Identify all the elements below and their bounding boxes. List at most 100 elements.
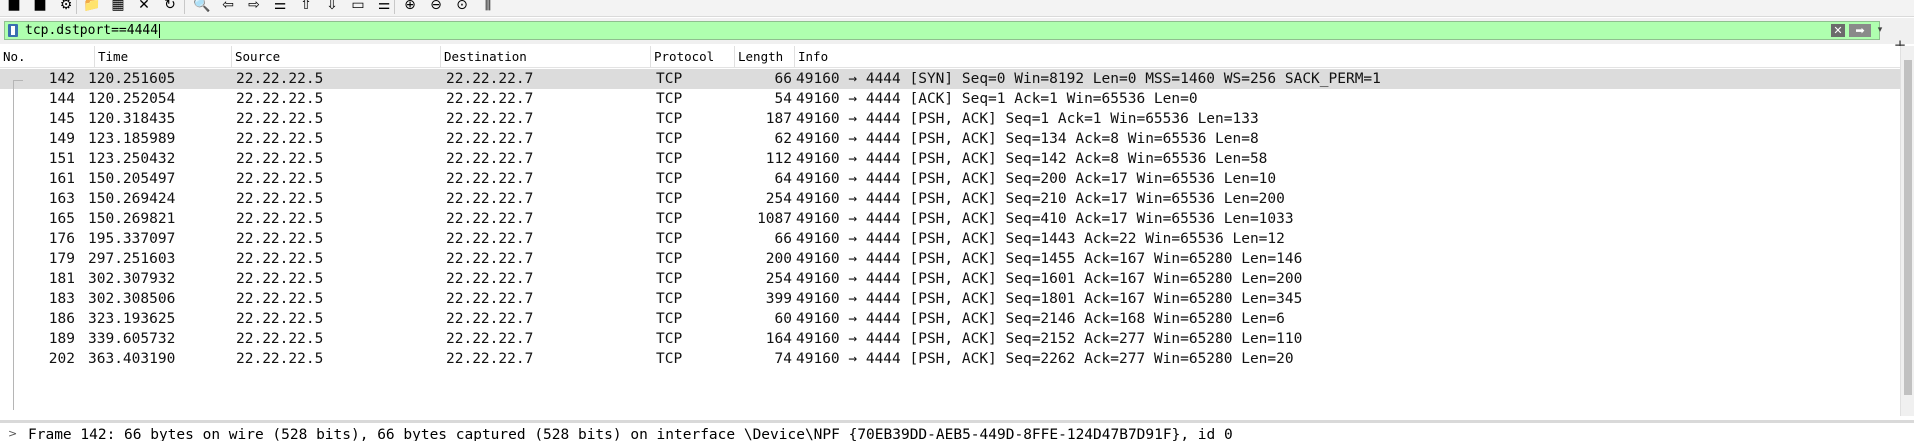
packet-row[interactable]: 202 363.403190 22.22.22.5 22.22.22.7 TCP 74 49… [0, 349, 1900, 369]
display-filter-input[interactable] [25, 22, 1825, 39]
packet-protocol: TCP [656, 251, 683, 267]
toolbar-separator [394, 0, 395, 14]
packet-protocol: TCP [656, 151, 683, 167]
resize-columns-icon[interactable]: ⫼ [480, 0, 496, 13]
close-file-icon[interactable]: ✕ [136, 0, 152, 13]
packet-row[interactable]: 144 120.252054 22.22.22.5 22.22.22.7 TCP 54 49… [0, 89, 1900, 109]
packet-length: 66 [774, 231, 792, 247]
packet-number: 142 [48, 71, 75, 87]
stop-capture-icon[interactable]: ■ [6, 0, 22, 13]
packet-destination: 22.22.22.7 [446, 251, 534, 267]
normal-size-icon[interactable]: ⊙ [454, 0, 470, 13]
expand-arrow-icon[interactable]: > [8, 427, 17, 440]
packet-length: 200 [765, 251, 792, 267]
display-filter-box[interactable]: ✕ ➡ ▾ [4, 21, 1882, 40]
column-header-time[interactable]: Time [95, 46, 232, 67]
packet-source: 22.22.22.5 [236, 211, 324, 227]
packet-destination: 22.22.22.7 [446, 331, 534, 347]
packet-length: 254 [765, 271, 792, 287]
packet-protocol: TCP [656, 71, 683, 87]
packet-source: 22.22.22.5 [236, 291, 324, 307]
packet-list-scrollbar[interactable] [1900, 46, 1914, 416]
packet-row[interactable]: 186 323.193625 22.22.22.5 22.22.22.7 TCP 60 49… [0, 309, 1900, 329]
packet-row[interactable]: 183 302.308506 22.22.22.5 22.22.22.7 TCP 399 4… [0, 289, 1900, 309]
autoscroll-icon[interactable]: ▭ [350, 0, 366, 13]
column-header-destination[interactable]: Destination [441, 46, 651, 67]
packet-number: 145 [48, 111, 75, 127]
packet-number: 189 [48, 331, 75, 347]
packet-info: 49160 → 4444 [PSH, ACK] Seq=1601 Ack=167… [796, 271, 1303, 287]
packet-protocol: TCP [656, 311, 683, 327]
colorize-icon[interactable]: ☰ [376, 0, 392, 13]
save-file-icon[interactable]: ▦ [110, 0, 126, 13]
clear-filter-icon[interactable]: ✕ [1831, 24, 1845, 37]
packet-source: 22.22.22.5 [236, 191, 324, 207]
packet-source: 22.22.22.5 [236, 271, 324, 287]
packet-destination: 22.22.22.7 [446, 131, 534, 147]
zoom-out-icon[interactable]: ⊖ [428, 0, 444, 13]
frame-summary-line[interactable]: Frame 142: 66 bytes on wire (528 bits), … [28, 426, 1233, 441]
packet-number: 176 [48, 231, 75, 247]
packet-time: 123.185989 [88, 131, 176, 147]
packet-destination: 22.22.22.7 [446, 311, 534, 327]
packet-length: 74 [774, 351, 792, 367]
column-header-protocol[interactable]: Protocol [651, 46, 735, 67]
apply-filter-icon[interactable]: ➡ [1849, 24, 1871, 37]
packet-protocol: TCP [656, 231, 683, 247]
packet-length: 112 [765, 151, 792, 167]
packet-time: 123.250432 [88, 151, 176, 167]
packet-row[interactable]: 161 150.205497 22.22.22.5 22.22.22.7 TCP 64 49… [0, 169, 1900, 189]
go-to-packet-icon[interactable]: ☰ [272, 0, 288, 13]
packet-row[interactable]: 149 123.185989 22.22.22.5 22.22.22.7 TCP 62 49… [0, 129, 1900, 149]
restart-capture-icon[interactable]: ■ [32, 0, 48, 13]
column-header-no[interactable]: No. [0, 46, 95, 67]
find-icon[interactable]: 🔍 [193, 0, 210, 13]
packet-source: 22.22.22.5 [236, 91, 324, 107]
packet-time: 120.251605 [88, 71, 176, 87]
zoom-in-icon[interactable]: ⊕ [402, 0, 418, 13]
packet-protocol: TCP [656, 271, 683, 287]
packet-protocol: TCP [656, 211, 683, 227]
packet-time: 297.251603 [88, 251, 176, 267]
conversation-tree-line [13, 80, 14, 410]
filter-bookmark-icon[interactable] [8, 24, 18, 37]
packet-number: 163 [48, 191, 75, 207]
packet-info: 49160 → 4444 [PSH, ACK] Seq=210 Ack=17 W… [796, 191, 1285, 207]
forward-icon[interactable]: ⇨ [246, 0, 262, 13]
open-file-icon[interactable]: 📁 [83, 0, 100, 13]
packet-destination: 22.22.22.7 [446, 271, 534, 287]
packet-row[interactable]: 189 339.605732 22.22.22.5 22.22.22.7 TCP 164 4… [0, 329, 1900, 349]
packet-list[interactable]: 142 120.251605 22.22.22.5 22.22.22.7 TCP 66 49… [0, 68, 1900, 415]
reload-icon[interactable]: ↻ [162, 0, 178, 13]
packet-row[interactable]: 145 120.318435 22.22.22.5 22.22.22.7 TCP 187 4… [0, 109, 1900, 129]
toolbar-separator [184, 0, 185, 14]
packet-source: 22.22.22.5 [236, 351, 324, 367]
packet-length: 164 [765, 331, 792, 347]
packet-row[interactable]: 165 150.269821 22.22.22.5 22.22.22.7 TCP 1087… [0, 209, 1900, 229]
packet-row[interactable]: 181 302.307932 22.22.22.5 22.22.22.7 TCP 254 4… [0, 269, 1900, 289]
packet-row[interactable]: 151 123.250432 22.22.22.5 22.22.22.7 TCP 112 4… [0, 149, 1900, 169]
main-toolbar: ■ ■ ⚙ 📁 ▦ ✕ ↻ 🔍 ⇦ ⇨ ☰ ⇧ ⇩ ▭ ☰ ⊕ ⊖ ⊙ ⫼ [0, 0, 1914, 17]
packet-time: 120.252054 [88, 91, 176, 107]
packet-time: 302.307932 [88, 271, 176, 287]
column-header-length[interactable]: Length [735, 46, 795, 67]
packet-destination: 22.22.22.7 [446, 111, 534, 127]
first-packet-icon[interactable]: ⇧ [298, 0, 314, 13]
packet-row[interactable]: 163 150.269424 22.22.22.5 22.22.22.7 TCP 254 4… [0, 189, 1900, 209]
packet-number: 144 [48, 91, 75, 107]
packet-row[interactable]: 142 120.251605 22.22.22.5 22.22.22.7 TCP 66 49… [0, 69, 1900, 89]
packet-row[interactable]: 176 195.337097 22.22.22.5 22.22.22.7 TCP 66 49… [0, 229, 1900, 249]
column-header-source[interactable]: Source [232, 46, 441, 67]
options-icon[interactable]: ⚙ [58, 0, 74, 13]
packet-info: 49160 → 4444 [PSH, ACK] Seq=1455 Ack=167… [796, 251, 1303, 267]
packet-row[interactable]: 179 297.251603 22.22.22.5 22.22.22.7 TCP 200 4… [0, 249, 1900, 269]
column-header-info[interactable]: Info [795, 46, 1900, 67]
filter-history-dropdown-icon[interactable]: ▾ [1876, 24, 1884, 37]
back-icon[interactable]: ⇦ [220, 0, 236, 13]
packet-protocol: TCP [656, 131, 683, 147]
toolbar-separator [76, 0, 77, 14]
scrollbar-thumb[interactable] [1904, 60, 1912, 395]
last-packet-icon[interactable]: ⇩ [324, 0, 340, 13]
packet-time: 120.318435 [88, 111, 176, 127]
packet-time: 150.269821 [88, 211, 176, 227]
